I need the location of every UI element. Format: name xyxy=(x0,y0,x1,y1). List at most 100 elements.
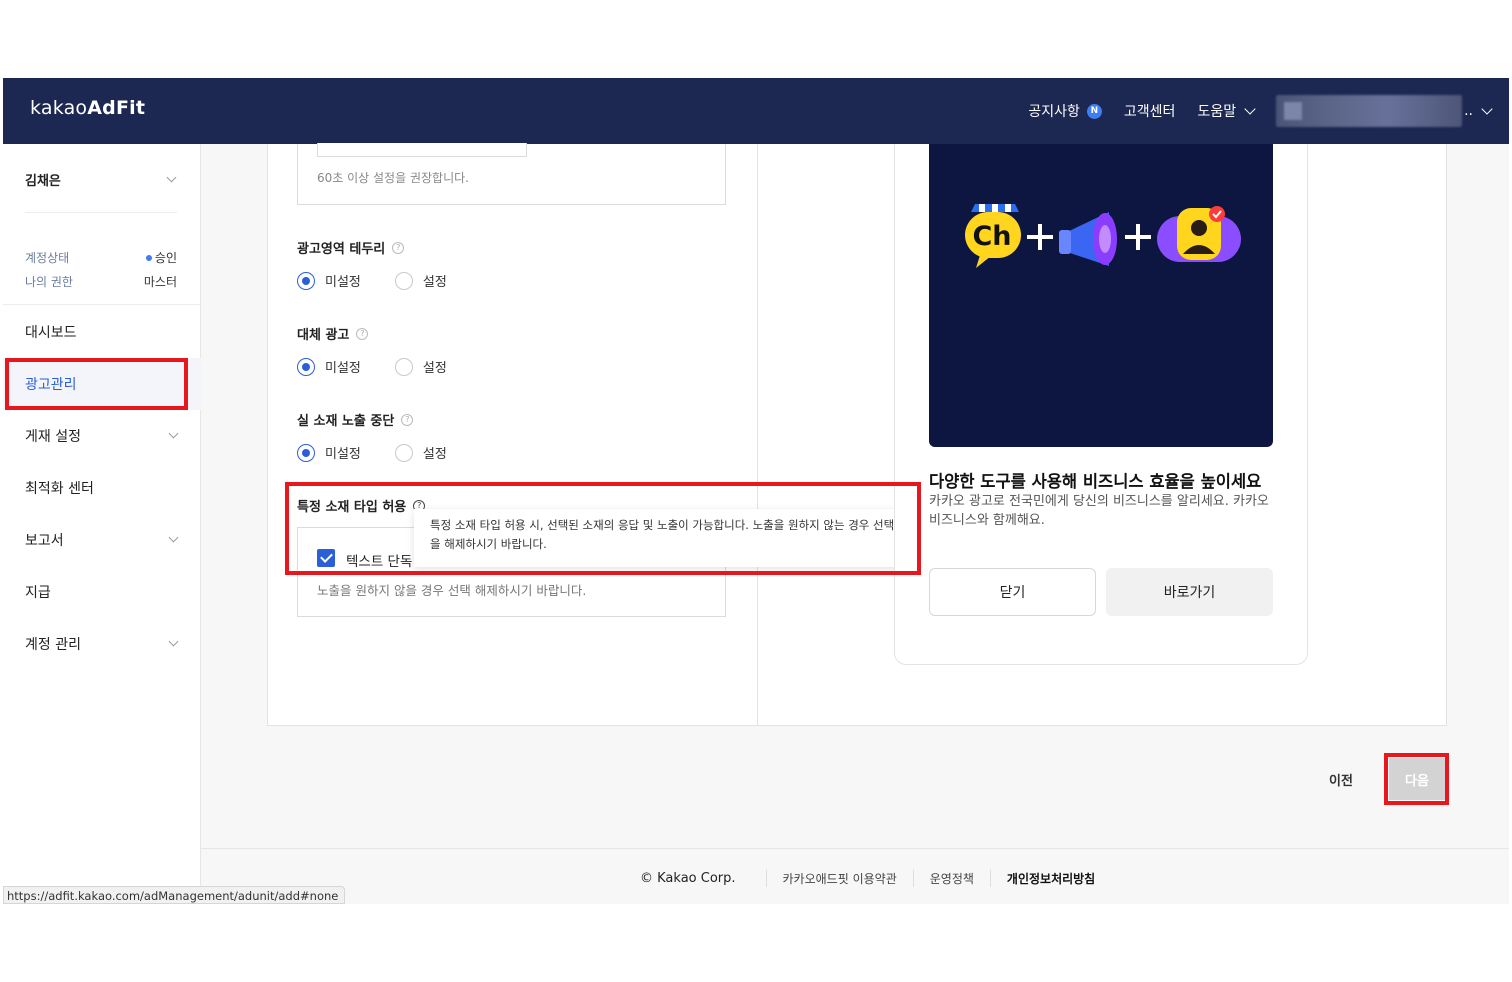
fallback-radio-group: 미설정 설정 xyxy=(297,357,481,376)
chevron-down-icon xyxy=(1481,103,1493,115)
sidebar-item-label: 대시보드 xyxy=(25,325,77,341)
interval-input[interactable] xyxy=(317,143,527,157)
sidebar: 김채은 계정상태 승인 나의 권한 마스터 대시보드 광고관리 게재 설정 최적… xyxy=(3,144,201,904)
app-window: kakaoAdFit 공지사항 N 고객센터 도움말 .. 김채은 계정상태 승… xyxy=(3,78,1509,904)
stop-exposure-radio-group: 미설정 설정 xyxy=(297,443,481,462)
plus-icon xyxy=(1125,224,1151,250)
sidebar-item-reports[interactable]: 보고서 xyxy=(3,514,201,566)
notice-link[interactable]: 공지사항 N xyxy=(1028,101,1102,121)
border-radio-group: 미설정 설정 xyxy=(297,271,481,290)
help-icon[interactable]: ? xyxy=(401,413,414,426)
sidebar-item-dashboard[interactable]: 대시보드 xyxy=(3,306,201,358)
radio-unselected[interactable] xyxy=(394,357,413,376)
notice-label: 공지사항 xyxy=(1028,104,1080,120)
terms-link[interactable]: 카카오애드핏 이용약관 xyxy=(765,870,913,887)
highlight-box-ad-management xyxy=(5,358,188,410)
sidebar-item-account-management[interactable]: 계정 관리 xyxy=(3,618,201,670)
stop-exposure-title: 실 소재 노출 중단 ? xyxy=(297,410,414,429)
radio-selected[interactable] xyxy=(297,443,315,462)
user-ellipsis: .. xyxy=(1464,103,1473,119)
top-navigation-bar: kakaoAdFit 공지사항 N 고객센터 도움말 .. xyxy=(3,78,1509,144)
radio-selected[interactable] xyxy=(297,357,315,376)
radio-unselected[interactable] xyxy=(394,271,413,290)
go-button-label: 바로가기 xyxy=(1163,585,1216,601)
sidebar-item-optimization-center[interactable]: 최적화 센터 xyxy=(3,462,201,514)
interval-hint: 60초 이상 설정을 권장합니다. xyxy=(317,171,469,185)
account-status-label: 계정상태 xyxy=(25,251,70,265)
help-icon[interactable]: ? xyxy=(392,241,405,254)
my-role-label: 나의 권한 xyxy=(25,275,73,289)
support-label: 고객센터 xyxy=(1123,104,1176,120)
promo-description: 카카오 광고로 전국민에게 당신의 비즈니스를 알리세요. 카카오 비즈니스와 … xyxy=(929,494,1269,528)
radio-label: 미설정 xyxy=(325,447,361,462)
fallback-title-label: 대체 광고 xyxy=(297,328,350,343)
go-button[interactable]: 바로가기 xyxy=(1106,568,1273,616)
stop-off-option[interactable]: 미설정 xyxy=(297,443,361,462)
my-role: 나의 권한 마스터 xyxy=(25,273,177,290)
promo-title: 다양한 도구를 사용해 비즈니스 효율을 높이세요 xyxy=(929,472,1262,491)
radio-unselected[interactable] xyxy=(394,443,413,462)
kakao-channel-icon: Ch xyxy=(965,204,1021,268)
user-account-menu[interactable]: .. xyxy=(1276,95,1493,127)
policy-link[interactable]: 운영정책 xyxy=(912,870,990,887)
sidebar-item-placement-settings[interactable]: 게재 설정 xyxy=(3,410,201,462)
radio-selected[interactable] xyxy=(297,271,315,290)
channel-icon-text: Ch xyxy=(972,221,1011,252)
chevron-down-icon xyxy=(168,532,179,543)
creative-type-hint: 노출을 원하지 않을 경우 선택 해제하시기 바랍니다. xyxy=(317,583,587,598)
stop-on-option[interactable]: 설정 xyxy=(394,443,447,462)
help-label: 도움말 xyxy=(1197,104,1237,120)
highlight-box-next xyxy=(1384,753,1449,805)
support-link[interactable]: 고객센터 xyxy=(1124,101,1176,121)
business-profile-icon xyxy=(1157,206,1241,262)
radio-label: 미설정 xyxy=(325,275,361,290)
sidebar-item-label: 게재 설정 xyxy=(25,429,81,445)
sidebar-item-payment[interactable]: 지급 xyxy=(3,566,201,618)
new-badge: N xyxy=(1086,103,1102,119)
sidebar-item-label: 계정 관리 xyxy=(25,637,81,653)
status-dot-icon xyxy=(145,255,152,261)
account-status-value: 승인 xyxy=(154,251,177,265)
plus-icon xyxy=(1027,224,1053,250)
sidebar-item-label: 보고서 xyxy=(25,533,64,549)
radio-label: 설정 xyxy=(422,275,447,290)
kakao-adfit-logo[interactable]: kakaoAdFit xyxy=(30,97,145,119)
border-on-option[interactable]: 설정 xyxy=(394,271,447,290)
prev-button[interactable]: 이전 xyxy=(1329,770,1353,789)
promo-illustration: Ch xyxy=(965,204,1241,268)
divider xyxy=(25,212,177,213)
fallback-on-option[interactable]: 설정 xyxy=(394,357,447,376)
sidebar-item-label: 지급 xyxy=(25,585,51,601)
fallback-off-option[interactable]: 미설정 xyxy=(297,357,361,376)
sidebar-item-label: 최적화 센터 xyxy=(25,481,94,497)
chevron-down-icon xyxy=(168,636,179,647)
copyright: © Kakao Corp. xyxy=(640,871,736,886)
radio-label: 설정 xyxy=(422,447,447,462)
border-off-option[interactable]: 미설정 xyxy=(297,271,361,290)
radio-label: 미설정 xyxy=(325,361,361,376)
radio-label: 설정 xyxy=(422,361,447,376)
close-button-label: 닫기 xyxy=(999,585,1026,601)
avatar xyxy=(1284,102,1303,120)
help-icon[interactable]: ? xyxy=(356,327,369,340)
border-title: 광고영역 테두리 ? xyxy=(297,238,405,257)
status-bar-url: https://adfit.kakao.com/adManagement/adu… xyxy=(3,886,346,904)
user-name: 김채은 xyxy=(25,174,61,189)
interval-field-box: 60초 이상 설정을 권장합니다. xyxy=(297,143,726,205)
help-menu[interactable]: 도움말 xyxy=(1197,101,1256,121)
my-role-value: 마스터 xyxy=(143,275,177,289)
blurred-user-email xyxy=(1276,95,1463,127)
stop-exposure-title-label: 실 소재 노출 중단 xyxy=(297,414,395,429)
chevron-down-icon xyxy=(166,172,177,183)
footer: © Kakao Corp. 카카오애드핏 이용약관 운영정책 개인정보처리방침 xyxy=(640,870,1111,887)
divider xyxy=(3,304,201,305)
logo-text-bold: AdFit xyxy=(87,97,146,119)
highlight-box-creative-type xyxy=(285,482,921,575)
panel-divider xyxy=(757,144,758,726)
user-selector[interactable]: 김채은 xyxy=(25,170,177,189)
promo-banner: Ch xyxy=(929,144,1273,447)
chevron-down-icon xyxy=(1244,103,1256,115)
megaphone-icon xyxy=(1059,212,1117,266)
privacy-link[interactable]: 개인정보처리방침 xyxy=(989,870,1111,887)
close-button[interactable]: 닫기 xyxy=(929,568,1096,616)
